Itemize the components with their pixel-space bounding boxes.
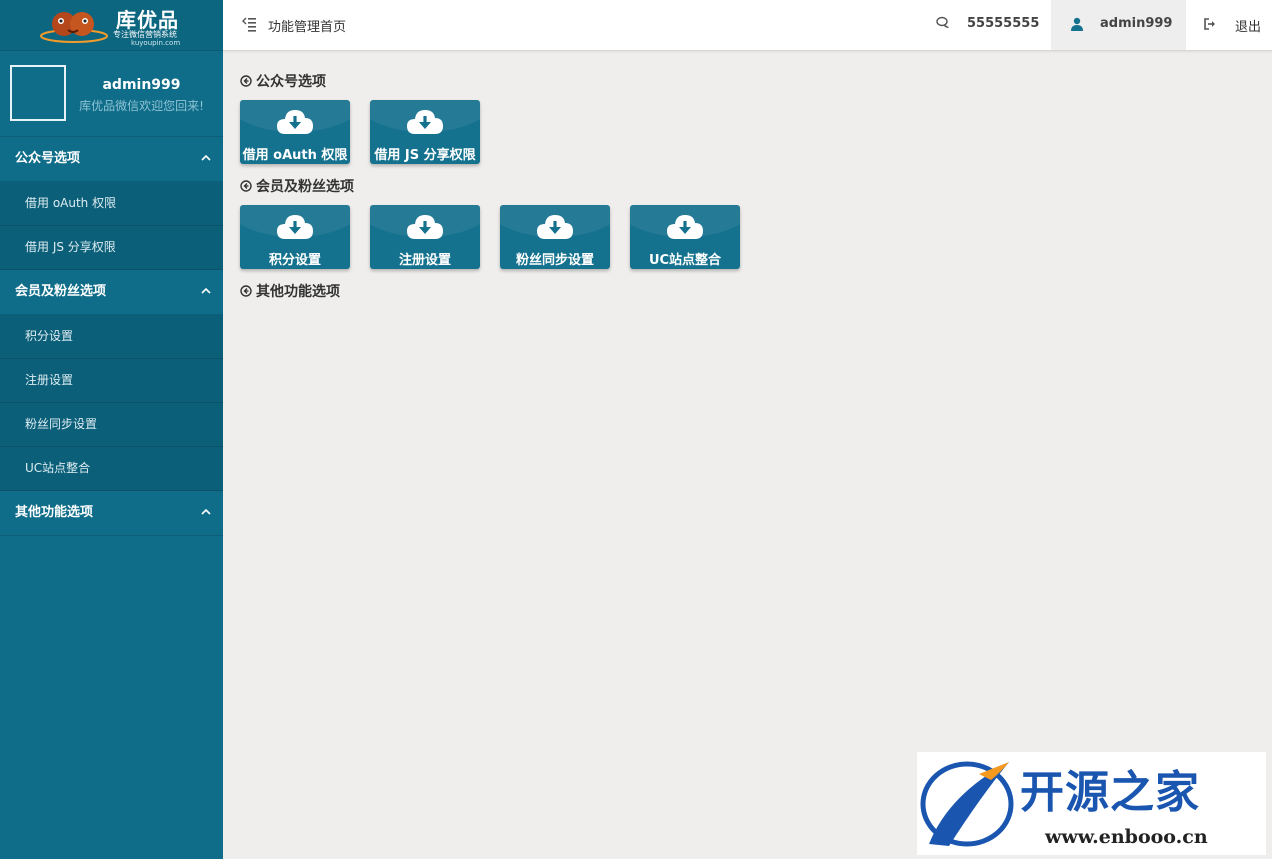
- avatar[interactable]: [10, 65, 66, 121]
- section-title-text: 公众号选项: [256, 74, 326, 90]
- message-number[interactable]: 55555555: [967, 16, 1039, 31]
- circle-arrow-left-icon: [240, 285, 252, 297]
- sidebar-item-js-share[interactable]: 借用 JS 分享权限: [0, 226, 223, 270]
- cloud-download-icon: [407, 110, 443, 134]
- tile-label: 粉丝同步设置: [515, 253, 594, 268]
- sidebar-group-label: 公众号选项: [15, 151, 81, 166]
- chevron-up-icon: [201, 270, 211, 314]
- tile-js-share[interactable]: 借用 JS 分享权限: [370, 100, 480, 164]
- chevron-up-icon: [201, 137, 211, 181]
- tile-label: 借用 JS 分享权限: [374, 148, 476, 163]
- page-title[interactable]: 功能管理首页: [268, 16, 346, 35]
- sidebar-group-other[interactable]: 其他功能选项: [0, 491, 223, 536]
- section-title-public-account: 公众号选项: [240, 71, 326, 91]
- tile-label: UC站点整合: [648, 253, 722, 268]
- mascot-logo-icon: [40, 12, 108, 43]
- sidebar-group-public-account[interactable]: 公众号选项: [0, 137, 223, 182]
- tile-uc-site[interactable]: UC站点整合: [630, 205, 740, 269]
- watermark: 开源之家 www.enbooo.cn: [917, 752, 1266, 855]
- user-icon: [1071, 17, 1083, 31]
- watermark-url: www.enbooo.cn: [1045, 826, 1208, 848]
- admin-menu[interactable]: admin999: [1051, 0, 1186, 50]
- circle-arrow-left-icon: [240, 180, 252, 192]
- cloud-download-icon: [277, 215, 313, 239]
- tile-points[interactable]: 积分设置: [240, 205, 350, 269]
- watermark-name: 开源之家: [1020, 767, 1200, 818]
- watermark-logo-icon: [920, 761, 1014, 847]
- sidebar-item-points[interactable]: 积分设置: [0, 315, 223, 359]
- top-bar: 功能管理首页 55555555 admin999 退出: [223, 0, 1272, 51]
- logout-icon[interactable]: [1203, 17, 1217, 31]
- tile-fans-sync[interactable]: 粉丝同步设置: [500, 205, 610, 269]
- sidebar-group-label: 其他功能选项: [15, 505, 94, 520]
- sidebar-item-register[interactable]: 注册设置: [0, 359, 223, 403]
- cloud-download-icon: [667, 215, 703, 239]
- section-title-text: 其他功能选项: [256, 284, 340, 300]
- sidebar-item-uc-site[interactable]: UC站点整合: [0, 447, 223, 491]
- brand-url: kuyoupin.com: [131, 39, 181, 47]
- cloud-download-icon: [407, 215, 443, 239]
- tile-label: 借用 oAuth 权限: [242, 148, 348, 163]
- chevron-up-icon: [201, 491, 211, 535]
- chat-bubble-icon[interactable]: [936, 16, 950, 30]
- logout-link[interactable]: 退出: [1235, 16, 1261, 35]
- menu-toggle-icon[interactable]: [242, 16, 256, 32]
- section-title-members: 会员及粉丝选项: [240, 176, 354, 196]
- tile-label: 积分设置: [268, 253, 321, 268]
- sidebar-item-fans-sync[interactable]: 粉丝同步设置: [0, 403, 223, 447]
- sidebar-group-label: 会员及粉丝选项: [15, 284, 107, 299]
- tile-oauth[interactable]: 借用 oAuth 权限: [240, 100, 350, 164]
- user-box: admin999 库优品微信欢迎您回来!: [0, 51, 223, 137]
- sidebar-group-members[interactable]: 会员及粉丝选项: [0, 270, 223, 315]
- cloud-download-icon: [537, 215, 573, 239]
- logo[interactable]: 库优品 专注微信营销系统 kuyoupin.com: [0, 0, 223, 51]
- tile-label: 注册设置: [398, 253, 451, 268]
- user-name: admin999: [102, 77, 181, 93]
- circle-arrow-left-icon: [240, 75, 252, 87]
- section-title-other: 其他功能选项: [240, 281, 340, 301]
- user-welcome: 库优品微信欢迎您回来!: [79, 99, 204, 113]
- admin-name: admin999: [1100, 16, 1173, 31]
- section-title-text: 会员及粉丝选项: [256, 179, 354, 195]
- cloud-download-icon: [277, 110, 313, 134]
- tile-register[interactable]: 注册设置: [370, 205, 480, 269]
- sidebar: 库优品 专注微信营销系统 kuyoupin.com admin999 库优品微信…: [0, 0, 223, 859]
- sidebar-item-oauth[interactable]: 借用 oAuth 权限: [0, 182, 223, 226]
